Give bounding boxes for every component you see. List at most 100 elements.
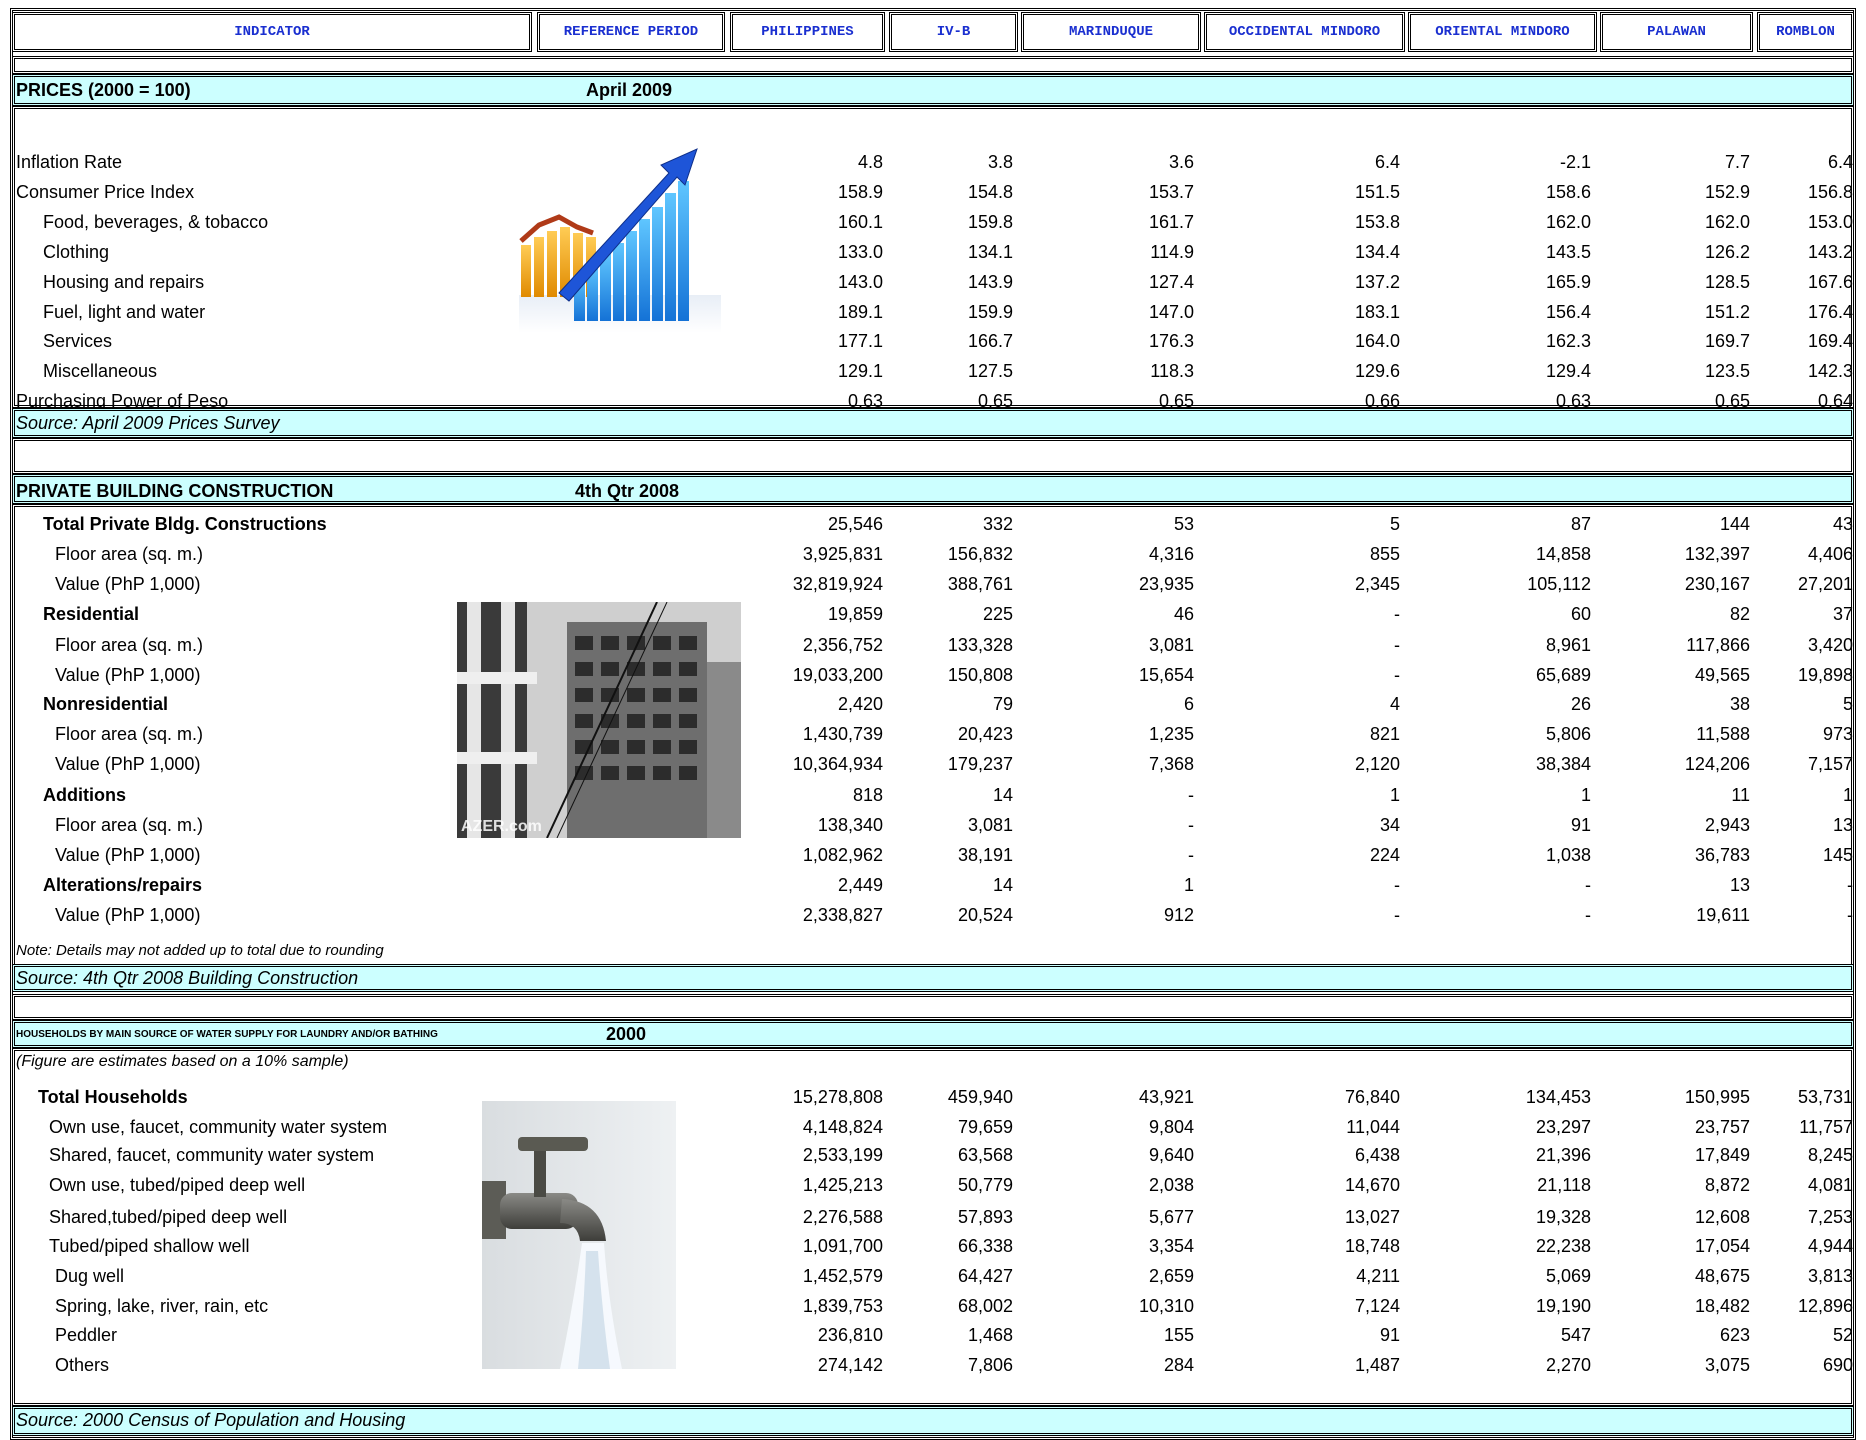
row-label: Services xyxy=(43,331,113,351)
prices-source-band xyxy=(12,408,1854,438)
row-label: Food, beverages, & tobacco xyxy=(43,212,269,232)
cell-iv-b: 332 xyxy=(982,514,1013,534)
cell-romblon: 145 xyxy=(1822,845,1853,865)
cell-romblon: 142.3 xyxy=(1807,361,1853,381)
cell-marinduque: 147.0 xyxy=(1148,302,1194,322)
cell-oriental-mindoro: 26 xyxy=(1570,694,1591,714)
cell-iv-b: 38,191 xyxy=(957,845,1013,865)
cell-romblon: 169.4 xyxy=(1807,331,1853,351)
cell-romblon: 8,245 xyxy=(1807,1145,1853,1165)
cell-marinduque: 46 xyxy=(1173,604,1194,624)
table-row: Nonresidential 2,420 79 6 4 26 38 5 xyxy=(12,690,1854,720)
row-label: Floor area (sq. m.) xyxy=(55,815,204,835)
row-label: Value (PhP 1,000) xyxy=(55,665,201,685)
cell-iv-b: 50,779 xyxy=(957,1175,1013,1195)
cell-occidental-mindoro: 7,124 xyxy=(1354,1296,1400,1316)
cell-oriental-mindoro: 165.9 xyxy=(1545,272,1591,292)
cell-oriental-mindoro: 22,238 xyxy=(1535,1236,1591,1256)
row-label: Inflation Rate xyxy=(16,152,123,172)
cell-occidental-mindoro: 4,211 xyxy=(1356,1266,1400,1286)
cell-oriental-mindoro: 158.6 xyxy=(1545,182,1591,202)
construction-note: Note: Details may not added up to total … xyxy=(16,942,384,959)
cell-iv-b: 68,002 xyxy=(957,1296,1013,1316)
cell-marinduque: 3.6 xyxy=(1168,152,1194,172)
cell-iv-b: 64,427 xyxy=(957,1266,1013,1286)
cell-occidental-mindoro: 6,438 xyxy=(1354,1145,1400,1165)
cell-marinduque: 5,677 xyxy=(1148,1207,1194,1227)
cell-occidental-mindoro: 224 xyxy=(1369,845,1400,865)
cell-romblon: 4,406 xyxy=(1807,544,1853,564)
cell-marinduque: 53 xyxy=(1173,514,1194,534)
table-row: Value (PhP 1,000) 32,819,924 388,761 23,935… xyxy=(12,570,1854,600)
cell-romblon: 4,081 xyxy=(1807,1175,1853,1195)
table-row: Value (PhP 1,000) 1,082,962 38,191-224 1,03… xyxy=(12,841,1854,871)
cell-oriental-mindoro: 2,270 xyxy=(1545,1355,1591,1375)
cell-iv-b: 57,893 xyxy=(957,1207,1013,1227)
row-label: Dug well xyxy=(55,1266,125,1286)
cell-romblon: 53,731 xyxy=(1797,1087,1853,1107)
cell-occidental-mindoro: 821 xyxy=(1369,724,1400,744)
cell-occidental-mindoro: - xyxy=(1394,905,1400,925)
cell-occidental-mindoro: 1 xyxy=(1389,785,1400,805)
cell-marinduque: 10,310 xyxy=(1138,1296,1194,1316)
cell-oriental-mindoro: 19,328 xyxy=(1535,1207,1591,1227)
cell-marinduque: 4,316 xyxy=(1148,544,1194,564)
cell-marinduque: - xyxy=(1188,785,1194,805)
cell-oriental-mindoro: 162.0 xyxy=(1545,212,1591,232)
cell-romblon: - xyxy=(1847,875,1853,895)
table-row: Inflation Rate 4.8 3.8 3.6 6.4 -2.1 7.7 6.4 xyxy=(12,148,1854,178)
cell-marinduque: 3,081 xyxy=(1148,635,1194,655)
water-title: HOUSEHOLDS BY MAIN SOURCE OF WATER SUPPL… xyxy=(16,1029,438,1040)
cell-occidental-mindoro: 2,345 xyxy=(1354,574,1400,594)
row-label: Consumer Price Index xyxy=(16,182,195,202)
cell-marinduque: 1,235 xyxy=(1148,724,1194,744)
cell-iv-b: 79 xyxy=(992,694,1013,714)
cell-oriental-mindoro: 547 xyxy=(1560,1325,1591,1345)
cell-oriental-mindoro: 129.4 xyxy=(1545,361,1591,381)
table-row: Floor area (sq. m.) 138,340 3,081-34 91 2,94… xyxy=(12,811,1854,841)
row-label: Fuel, light and water xyxy=(43,302,206,322)
cell-occidental-mindoro: 4 xyxy=(1389,694,1400,714)
cell-occidental-mindoro: - xyxy=(1394,875,1400,895)
cell-iv-b: 66,338 xyxy=(957,1236,1013,1256)
row-label: Housing and repairs xyxy=(43,272,205,292)
cell-oriental-mindoro: - xyxy=(1585,905,1591,925)
row-label: Nonresidential xyxy=(43,694,169,714)
col-header-romblon: ROMBLON xyxy=(1757,12,1854,52)
row-label: Total Households xyxy=(38,1087,188,1107)
row-label: Floor area (sq. m.) xyxy=(55,544,204,564)
cell-oriental-mindoro: 21,118 xyxy=(1537,1175,1591,1195)
row-label: Spring, lake, river, rain, etc xyxy=(55,1296,269,1316)
prices-title: PRICES (2000 = 100) xyxy=(16,80,191,100)
cell-romblon: 1 xyxy=(1842,785,1853,805)
cell-oriental-mindoro: 5,069 xyxy=(1545,1266,1591,1286)
water-sample-note: (Figure are estimates based on a 10% sam… xyxy=(16,1053,349,1070)
cell-iv-b: 7,806 xyxy=(967,1355,1013,1375)
cell-romblon: 6.4 xyxy=(1827,152,1853,172)
cell-marinduque: 284 xyxy=(1163,1355,1194,1375)
cell-oriental-mindoro: 21,396 xyxy=(1535,1145,1591,1165)
cell-occidental-mindoro: 855 xyxy=(1369,544,1400,564)
cell-marinduque: 9,640 xyxy=(1148,1145,1194,1165)
row-label: Tubed/piped shallow well xyxy=(49,1236,250,1256)
cell-occidental-mindoro: 18,748 xyxy=(1344,1236,1400,1256)
cell-romblon: 7,253 xyxy=(1807,1207,1853,1227)
row-label: Floor area (sq. m.) xyxy=(55,635,204,655)
cell-iv-b: 179,237 xyxy=(947,754,1013,774)
row-label: Floor area (sq. m.) xyxy=(55,724,204,744)
cell-marinduque: - xyxy=(1188,815,1194,835)
cell-iv-b: 156,832 xyxy=(947,544,1013,564)
cell-marinduque: 1 xyxy=(1183,875,1194,895)
row-label: Value (PhP 1,000) xyxy=(55,754,201,774)
col-header-reference-period: REFERENCE PERIOD xyxy=(537,12,725,52)
cell-iv-b: 166.7 xyxy=(967,331,1013,351)
cell-iv-b: 3,081 xyxy=(967,815,1013,835)
cell-occidental-mindoro: 1,487 xyxy=(1354,1355,1400,1375)
cell-marinduque: 161.7 xyxy=(1148,212,1194,232)
cell-marinduque: 6 xyxy=(1183,694,1194,714)
cell-marinduque: 3,354 xyxy=(1148,1236,1194,1256)
table-row: Consumer Price Index 158.9 154.8 153.7 151.5… xyxy=(12,178,1854,208)
cell-iv-b: 150,808 xyxy=(947,665,1013,685)
cell-occidental-mindoro: 134.4 xyxy=(1354,242,1400,262)
cell-iv-b: 133,328 xyxy=(947,635,1013,655)
